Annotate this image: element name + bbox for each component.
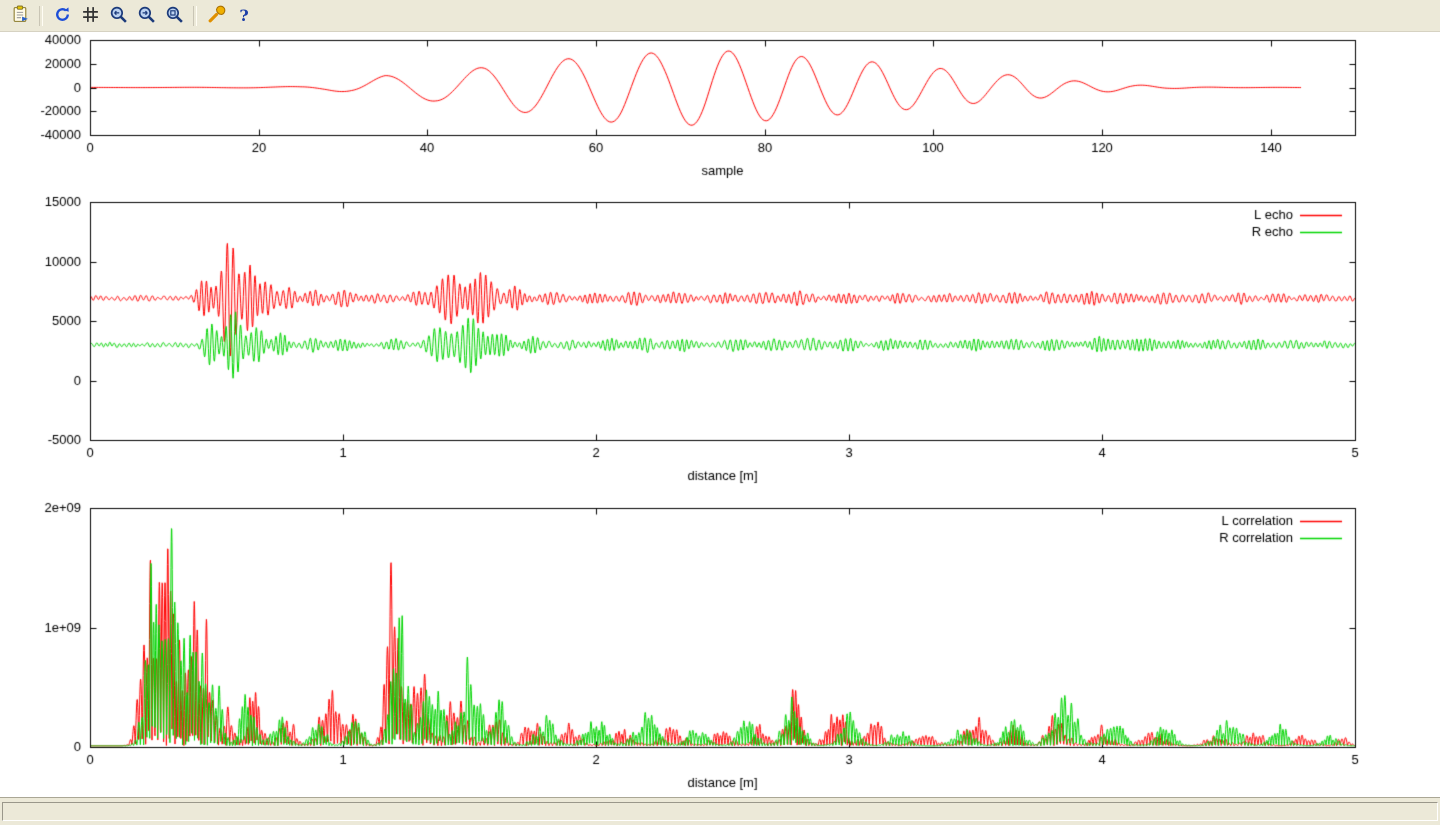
question-mark-icon: ? (239, 8, 248, 24)
replot-button[interactable] (49, 3, 75, 29)
refresh-icon (53, 5, 72, 27)
clipboard-export-icon (11, 5, 30, 27)
status-bar (0, 797, 1440, 825)
status-text (2, 802, 1438, 821)
zoom-previous-button[interactable] (105, 3, 131, 29)
toolbar-separator (39, 6, 43, 26)
magnifier-right-icon (137, 5, 156, 27)
toolbar: ? (0, 0, 1440, 32)
grid-toggle-button[interactable] (77, 3, 103, 29)
gnuplot-window: ? (0, 0, 1440, 825)
correlation-chart[interactable] (0, 492, 1440, 797)
copy-to-clipboard-button[interactable] (7, 3, 33, 29)
toolbar-separator (193, 6, 197, 26)
grid-icon (81, 5, 100, 27)
wrench-icon (207, 5, 226, 27)
magnifier-icon (165, 5, 184, 27)
echo-chart[interactable] (0, 190, 1440, 492)
zoom-next-button[interactable] (133, 3, 159, 29)
autoscale-button[interactable] (161, 3, 187, 29)
magnifier-left-icon (109, 5, 128, 27)
help-button[interactable]: ? (231, 3, 257, 29)
plot-area (0, 32, 1440, 797)
sample-waveform-chart[interactable] (0, 32, 1440, 190)
configure-button[interactable] (203, 3, 229, 29)
